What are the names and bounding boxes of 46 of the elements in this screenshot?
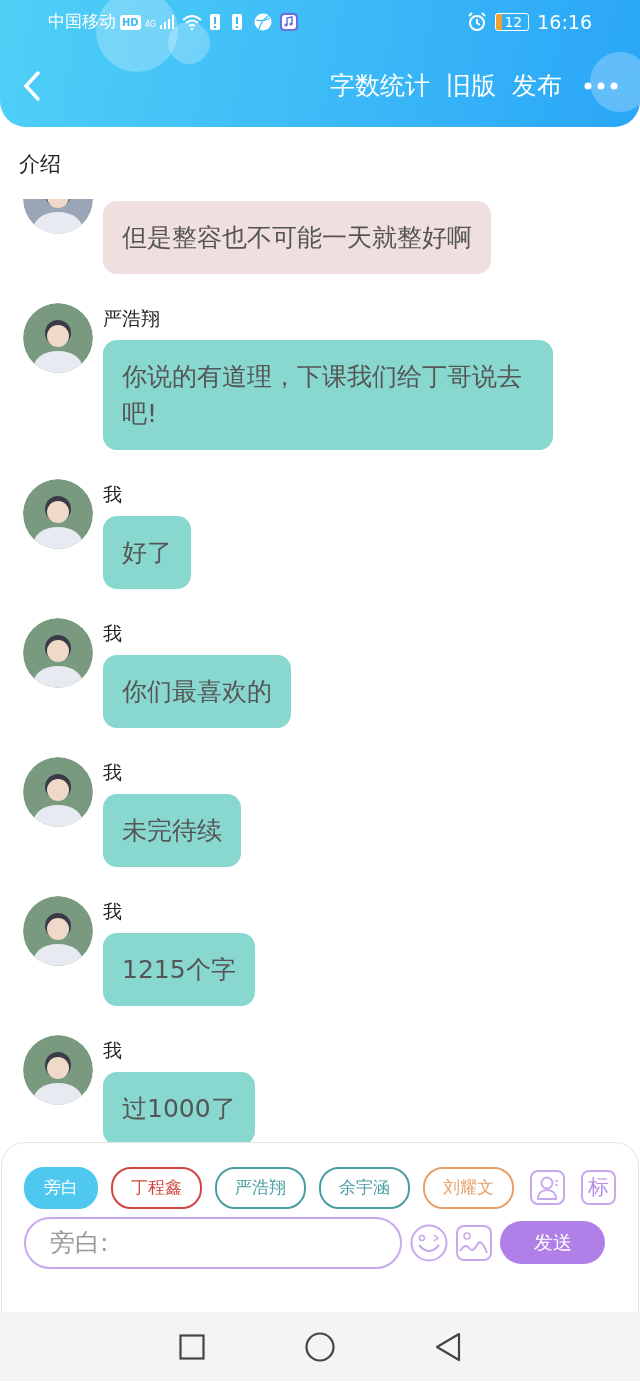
music-app-icon (279, 13, 298, 31)
header-action[interactable]: 字数统计 (324, 66, 436, 105)
message-bubble: 你们最喜欢的 (103, 655, 291, 728)
section-title: 介绍 (19, 152, 61, 176)
globe-icon (253, 13, 272, 31)
hd-badge: HD (120, 14, 141, 30)
battery-level: 12 (495, 13, 530, 31)
back-button[interactable] (22, 69, 42, 102)
message-bubble: 过1000了 (103, 1072, 255, 1142)
wifi-icon (181, 14, 202, 30)
sender-name: 我 (103, 761, 122, 783)
carrier-name: 中国移动 (48, 10, 116, 34)
message-bubble: 未完待续 (103, 794, 241, 867)
emoji-icon[interactable] (410, 1223, 448, 1262)
character-button[interactable] (530, 1170, 565, 1206)
header-action[interactable]: 发布 (506, 66, 568, 105)
message-bubble: 但是整容也不可能一天就整好啊 (103, 201, 491, 274)
back-nav-button[interactable] (435, 1331, 461, 1362)
alarm-icon (467, 12, 488, 32)
sender-name: 严浩翔 (103, 307, 160, 329)
role-chip[interactable]: 刘耀文 (423, 1167, 514, 1209)
role-chip[interactable]: 严浩翔 (215, 1167, 306, 1209)
sender-name: 我 (103, 1039, 122, 1061)
send-button[interactable]: 发送 (500, 1221, 605, 1264)
network-label: 4G (144, 19, 156, 32)
message-bubble: 你说的有道理，下课我们给丁哥说去吧! (103, 340, 553, 450)
clock-time: 16:16 (537, 9, 592, 35)
role-chip[interactable]: 余宇涵 (319, 1167, 410, 1209)
image-icon[interactable] (456, 1224, 492, 1261)
notification-icon (209, 14, 220, 30)
sender-name: 我 (103, 483, 122, 505)
recent-apps-button[interactable] (179, 1333, 205, 1360)
sender-name: 我 (103, 622, 122, 644)
signal-icon (159, 15, 174, 29)
message-bubble: 1215个字 (103, 933, 255, 1006)
sender-name: 我 (103, 900, 122, 922)
home-button[interactable] (305, 1331, 335, 1362)
message-bubble: 好了 (103, 516, 191, 589)
tag-button[interactable]: 标 (581, 1170, 616, 1206)
message-input[interactable]: 旁白: (24, 1216, 402, 1269)
decorative-bubble (590, 52, 640, 112)
role-chip[interactable]: 丁程鑫 (111, 1167, 202, 1209)
more-icon (584, 81, 618, 91)
role-chip[interactable]: 旁白 (24, 1167, 98, 1209)
header-action[interactable]: 旧版 (440, 66, 502, 105)
notification-icon (231, 14, 242, 30)
